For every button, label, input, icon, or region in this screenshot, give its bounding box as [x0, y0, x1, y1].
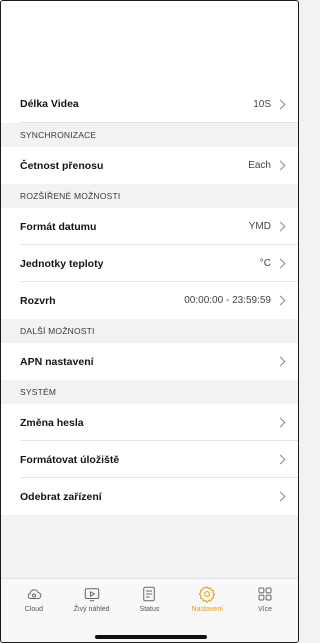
more-grid-icon [258, 587, 272, 601]
video-length-row[interactable]: Délka Videa 10S [1, 85, 298, 123]
cloud-icon [27, 589, 42, 599]
chevron-right-icon [275, 417, 286, 428]
temperature-units-value: °C [259, 258, 271, 269]
tab-more-label: Více [258, 606, 273, 613]
chevron-right-icon [275, 160, 286, 171]
tab-settings[interactable]: Nastavení [179, 585, 235, 613]
section-header-more: DALŠÍ MOŽNOSTI [1, 319, 298, 343]
remove-device-row[interactable]: Odebrat zařízení [1, 478, 298, 515]
settings-list: Délka Videa 10S SYNCHRONIZACE Četnost př… [1, 85, 298, 527]
temperature-units-row[interactable]: Jednotky teploty °C [1, 245, 298, 282]
tab-cloud-label: Cloud [24, 606, 44, 613]
tab-cloud[interactable]: Cloud [6, 585, 62, 613]
change-password-label: Změna hesla [20, 416, 84, 429]
tab-status[interactable]: Status [121, 585, 177, 613]
status-icon [143, 586, 156, 602]
temperature-units-label: Jednotky teploty [20, 257, 104, 270]
chevron-right-icon [275, 454, 286, 465]
tab-more[interactable]: Více [237, 585, 293, 613]
header-area [1, 1, 298, 85]
apn-settings-label: APN nastavení [20, 355, 94, 368]
chevron-right-icon [275, 356, 286, 367]
tab-live-view[interactable]: Živý náhled [64, 585, 120, 613]
tab-settings-label: Nastavení [191, 606, 224, 613]
phone-screen: Délka Videa 10S SYNCHRONIZACE Četnost př… [0, 0, 299, 643]
change-password-row[interactable]: Změna hesla [1, 404, 298, 441]
remove-device-label: Odebrat zařízení [20, 490, 102, 503]
section-header-sync: SYNCHRONIZACE [1, 123, 298, 147]
tab-status-label: Status [139, 606, 160, 613]
video-length-label: Délka Videa [20, 98, 79, 110]
live-view-icon [84, 588, 99, 602]
chevron-right-icon [275, 295, 286, 306]
apn-settings-row[interactable]: APN nastavení [1, 343, 298, 380]
transfer-frequency-value: Each [248, 160, 271, 171]
list-bottom-gap [1, 515, 298, 527]
schedule-label: Rozvrh [20, 294, 56, 307]
schedule-value: 00:00:00 - 23:59:59 [184, 295, 271, 306]
section-header-system: SYSTÉM [1, 380, 298, 404]
chevron-right-icon [275, 258, 286, 269]
transfer-frequency-label: Četnost přenosu [20, 159, 104, 172]
format-storage-row[interactable]: Formátovat úložiště [1, 441, 298, 478]
tab-bar: Cloud Živý náhled Status Nastavení Více [1, 578, 298, 642]
schedule-row[interactable]: Rozvrh 00:00:00 - 23:59:59 [1, 282, 298, 319]
chevron-right-icon [275, 99, 286, 109]
gear-icon [198, 586, 216, 603]
home-indicator[interactable] [95, 635, 207, 639]
chevron-right-icon [275, 221, 286, 232]
video-length-value: 10S [253, 98, 271, 110]
format-storage-label: Formátovat úložiště [20, 453, 120, 466]
tab-live-view-label: Živý náhled [73, 606, 110, 613]
chevron-right-icon [275, 491, 286, 502]
transfer-frequency-row[interactable]: Četnost přenosu Each [1, 147, 298, 184]
date-format-value: YMD [248, 221, 271, 232]
date-format-label: Formát datumu [20, 220, 97, 233]
date-format-row[interactable]: Formát datumu YMD [1, 208, 298, 245]
section-header-advanced: ROZŠÍŘENÉ MOŽNOSTI [1, 184, 298, 208]
